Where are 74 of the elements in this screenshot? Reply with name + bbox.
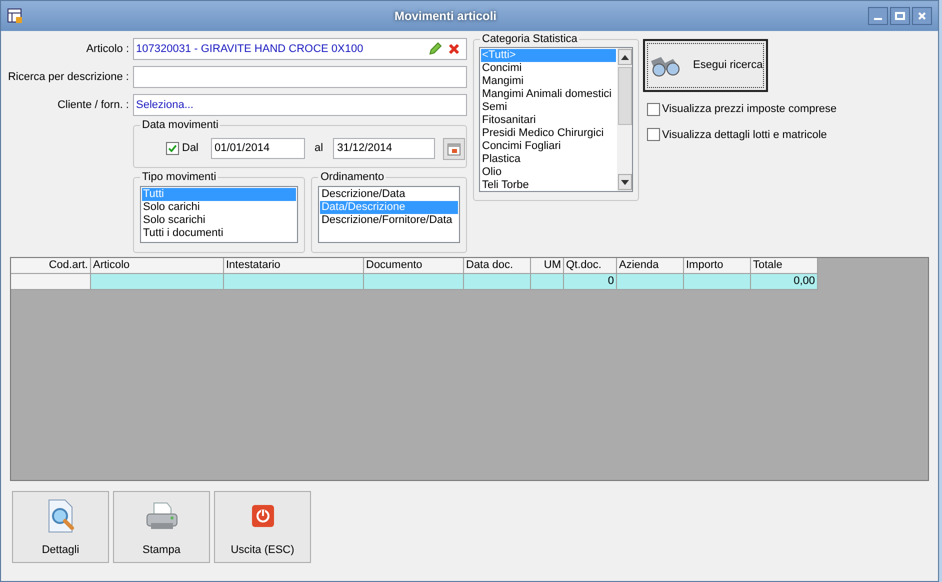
minimize-icon[interactable] bbox=[868, 7, 888, 25]
delete-icon[interactable] bbox=[448, 43, 460, 55]
checkbox-label: Dal bbox=[182, 141, 199, 156]
column-header[interactable]: Importo bbox=[684, 258, 751, 274]
scrollbar[interactable] bbox=[617, 47, 633, 192]
list-item[interactable]: Concimi Fogliari bbox=[481, 140, 616, 153]
column-header[interactable]: Data doc. bbox=[464, 258, 531, 274]
column-header[interactable]: Cod.art. bbox=[11, 258, 91, 274]
table-cell: 0,00 bbox=[751, 274, 818, 290]
list-box[interactable]: Descrizione/Data Data/Descrizione Descrizione/Fornitore/Data bbox=[318, 186, 460, 243]
field-value: Seleziona... bbox=[136, 98, 194, 113]
checkbox-label: Visualizza prezzi imposte comprese bbox=[662, 102, 837, 117]
list-item[interactable]: Tutti i documenti bbox=[142, 227, 296, 240]
field-label: Articolo : bbox=[85, 42, 130, 57]
table-cell bbox=[531, 274, 564, 290]
search-button[interactable]: Esegui ricerca bbox=[643, 39, 768, 92]
calendar-icon bbox=[447, 142, 462, 156]
list-item[interactable]: Olio bbox=[481, 166, 616, 179]
pencil-icon[interactable] bbox=[428, 42, 442, 56]
column-header[interactable]: Azienda bbox=[617, 258, 684, 274]
field-label: Cliente / forn. : bbox=[56, 98, 130, 113]
binoculars-icon bbox=[649, 54, 681, 76]
date-field[interactable]: 31/12/2014 bbox=[333, 138, 436, 159]
printer-icon bbox=[144, 500, 178, 530]
toolbar-button[interactable]: Stampa bbox=[113, 491, 210, 563]
scroll-thumb[interactable] bbox=[618, 66, 632, 124]
column-header[interactable]: Totale bbox=[751, 258, 818, 274]
list-item[interactable]: Solo carichi bbox=[142, 201, 296, 214]
list-item[interactable]: Presidi Medico Chirurgici bbox=[481, 127, 616, 140]
close-icon[interactable] bbox=[912, 7, 932, 25]
list-item[interactable]: Mangimi Animali domestici bbox=[481, 88, 616, 101]
checkbox[interactable] bbox=[647, 102, 660, 116]
checkbox[interactable] bbox=[647, 128, 660, 142]
input-field[interactable] bbox=[133, 66, 467, 88]
field-label: Ricerca per descrizione : bbox=[6, 70, 130, 85]
table-cell bbox=[617, 274, 684, 290]
input-field[interactable]: 107320031 - GIRAVITE HAND CROCE 0X100 bbox=[133, 38, 467, 60]
document-search-icon bbox=[46, 498, 74, 532]
checkbox[interactable] bbox=[166, 142, 179, 155]
maximize-icon[interactable] bbox=[890, 7, 910, 25]
toolbar-button[interactable]: Dettagli bbox=[12, 491, 109, 563]
list-item[interactable]: Fitosanitari bbox=[481, 114, 616, 127]
list-item[interactable]: Solo scarichi bbox=[142, 214, 296, 227]
list-item[interactable]: Plastica bbox=[481, 153, 616, 166]
table-cell: 0 bbox=[564, 274, 617, 290]
column-header[interactable]: UM bbox=[531, 258, 564, 274]
list-item[interactable]: Semi bbox=[481, 101, 616, 114]
toolbar-button[interactable]: Uscita (ESC) bbox=[214, 491, 311, 563]
calendar-button[interactable] bbox=[443, 138, 466, 160]
checkbox-label: Visualizza dettagli lotti e matricole bbox=[662, 128, 827, 142]
list-box[interactable]: <Tutti> Concimi Mangimi Mangimi Animali domestici Semi Fitosanitari Presidi Medico Chirurgici Concimi Fogliari Plastica Olio Teli Torbe bbox=[479, 47, 617, 192]
list-box[interactable]: Tutti Solo carichi Solo scarichi Tutti i documenti bbox=[140, 186, 298, 243]
list-item[interactable]: Concimi bbox=[481, 62, 616, 75]
table-cell bbox=[684, 274, 751, 290]
list-item[interactable]: Mangimi bbox=[481, 75, 616, 88]
input-field[interactable]: Seleziona... bbox=[133, 94, 467, 116]
power-icon bbox=[252, 504, 274, 526]
arrow-down-icon[interactable] bbox=[621, 180, 629, 184]
arrow-up-icon[interactable] bbox=[621, 54, 629, 60]
range-label: al bbox=[314, 141, 324, 156]
list-item[interactable]: Descrizione/Data bbox=[320, 188, 458, 201]
group-title: Categoria Statistica bbox=[480, 32, 580, 46]
list-item[interactable]: Descrizione/Fornitore/Data bbox=[320, 214, 458, 227]
column-header[interactable]: Articolo bbox=[91, 258, 224, 274]
app-icon bbox=[7, 8, 23, 24]
window-title: Movimenti articoli bbox=[393, 8, 498, 25]
list-item[interactable]: Teli Torbe bbox=[481, 179, 616, 191]
column-header[interactable]: Documento bbox=[364, 258, 464, 274]
column-header[interactable]: Intestatario bbox=[224, 258, 364, 274]
column-header[interactable]: Qt.doc. bbox=[564, 258, 617, 274]
date-field[interactable]: 01/01/2014 bbox=[210, 138, 305, 159]
table-cell bbox=[464, 274, 531, 290]
field-value: 107320031 - GIRAVITE HAND CROCE 0X100 bbox=[136, 42, 364, 57]
group-title: Tipo movimenti bbox=[140, 170, 218, 184]
